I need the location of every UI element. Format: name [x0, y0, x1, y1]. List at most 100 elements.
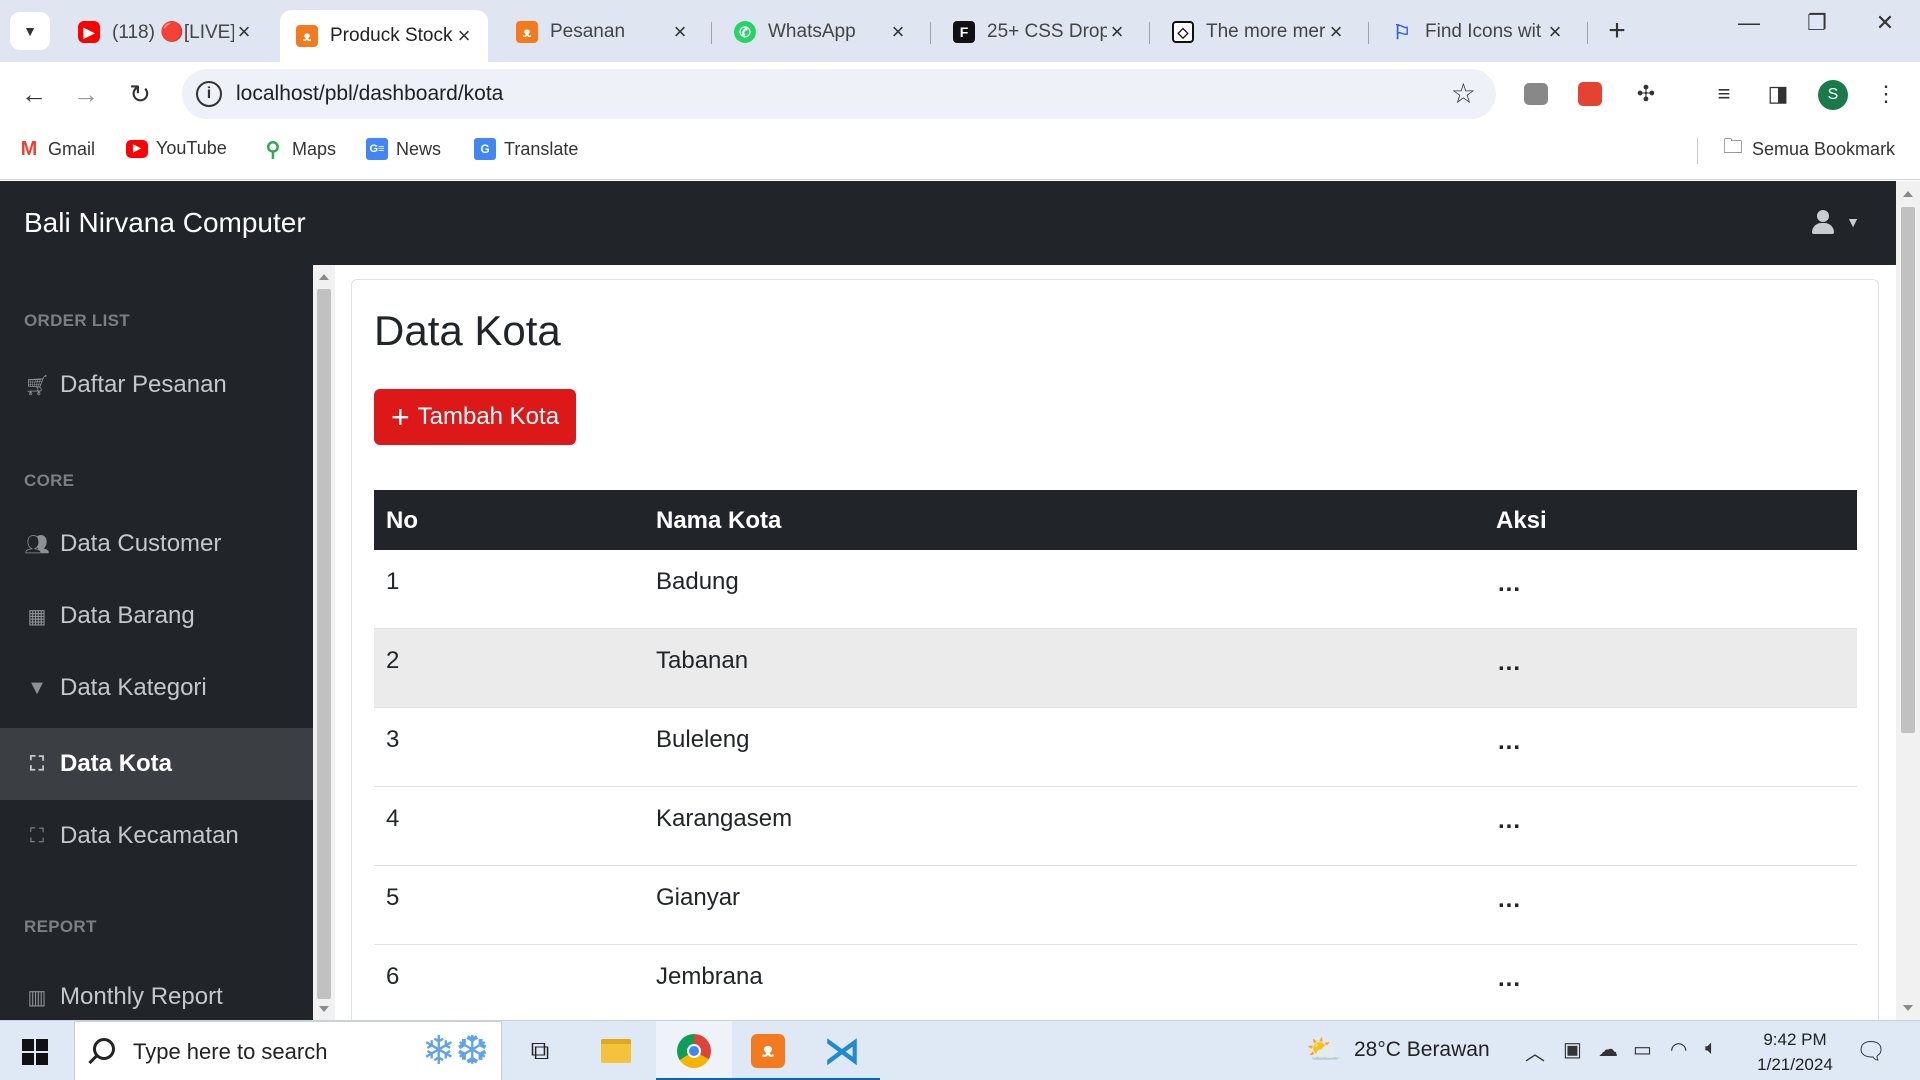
address-bar[interactable]: i localhost/pbl/dashboard/kota ☆ [182, 69, 1496, 119]
codepen-icon: ◇ [1172, 21, 1194, 43]
meet-now-icon[interactable]: ▣ [1563, 1037, 1582, 1062]
sidebar-scrollbar[interactable] [313, 265, 335, 1020]
onedrive-icon[interactable]: ☁ [1598, 1037, 1618, 1062]
forward-button[interactable]: → [66, 74, 106, 114]
scroll-down-arrow[interactable] [319, 1006, 329, 1012]
folder-icon: 🗀 [1723, 136, 1743, 158]
extension-line-icon[interactable] [1520, 78, 1552, 110]
row-actions-menu[interactable]: ... [1498, 886, 1521, 914]
table-row: 4 Karangasem ... [374, 787, 1857, 866]
wifi-icon[interactable]: ◠ [1670, 1037, 1687, 1062]
system-clock[interactable]: 9:42 PM 1/21/2024 [1740, 1027, 1850, 1077]
extension-todoist-icon[interactable] [1574, 78, 1606, 110]
weather-text[interactable]: 28°C Berawan [1354, 1038, 1490, 1062]
user-dropdown[interactable]: ▼ [1810, 209, 1860, 235]
page-scrollbar[interactable] [1896, 181, 1920, 1020]
close-icon[interactable]: × [1326, 19, 1346, 45]
vscode-taskbar-icon[interactable]: ⋊ [804, 1021, 880, 1080]
cart-icon: 🛒︎ [24, 374, 50, 397]
sidebar-item-monthly-report[interactable]: ▥ Monthly Report [0, 961, 313, 1020]
browser-tab[interactable]: F 25+ CSS Drop × [937, 10, 1141, 54]
sidebar-item-daftar-pesanan[interactable]: 🛒︎ Daftar Pesanan [0, 349, 313, 421]
bookmark-gmail[interactable]: M Gmail [18, 138, 95, 160]
extensions-puzzle-icon[interactable]: ✣ [1630, 78, 1662, 110]
row-actions-menu[interactable]: ... [1498, 570, 1521, 598]
table-row: 3 Buleleng ... [374, 708, 1857, 787]
side-panel-icon[interactable]: ◨ [1762, 78, 1794, 110]
row-actions-menu[interactable]: ... [1498, 965, 1521, 993]
scroll-up-arrow[interactable] [1903, 191, 1913, 197]
browser-tab[interactable]: ◇ The more mer × [1156, 10, 1360, 54]
close-icon[interactable]: × [454, 23, 474, 49]
bookmark-star-icon[interactable]: ☆ [1451, 77, 1476, 110]
all-bookmarks-folder[interactable]: 🗀 Semua Bookmark [1722, 136, 1895, 160]
row-actions-menu[interactable]: ... [1498, 728, 1521, 756]
reload-button[interactable]: ↻ [120, 74, 160, 114]
windows-taskbar: Type here to search ❄❆ ⧉ ᴥ ⋊ ⛅ 28°C Bera… [0, 1020, 1920, 1080]
browser-tab[interactable]: ᴥ Pesanan × [500, 10, 704, 54]
main-content: Data Kota + Tambah Kota No Nama Kota Aks… [335, 265, 1896, 1020]
close-icon[interactable]: × [1545, 19, 1565, 45]
bookmark-maps[interactable]: ⚲ Maps [262, 138, 336, 161]
sidebar-item-data-kategori[interactable]: ▼ Data Kategori [0, 652, 313, 724]
media-control-icon[interactable]: ≡ [1708, 78, 1740, 110]
youtube-icon: ▶ [126, 139, 148, 158]
browser-tab[interactable]: ▶ (118) 🔴[LIVE] × [62, 10, 268, 54]
scroll-down-arrow[interactable] [1903, 1005, 1913, 1011]
notification-center-icon[interactable]: 🗨︎ [1856, 1037, 1886, 1066]
translate-icon: G [474, 138, 496, 160]
cell-no: 3 [386, 726, 400, 753]
weather-icon: ⛅ [1306, 1034, 1341, 1065]
window-close-button[interactable]: ✕ [1862, 10, 1908, 36]
taskbar-search-box[interactable]: Type here to search ❄❆ [74, 1021, 502, 1080]
address-url[interactable]: localhost/pbl/dashboard/kota [236, 82, 503, 106]
scroll-up-arrow[interactable] [319, 274, 329, 280]
new-tab-button[interactable]: + [1600, 14, 1634, 48]
tab-search-button[interactable]: ▼ [10, 12, 50, 50]
clock-date: 1/21/2024 [1757, 1055, 1833, 1074]
freefrontend-icon: F [953, 21, 975, 43]
cell-no: 5 [386, 884, 400, 911]
xampp-icon: ᴥ [516, 21, 538, 43]
chrome-menu-icon[interactable]: ⋮ [1870, 78, 1902, 110]
close-icon[interactable]: × [888, 19, 908, 45]
scrollbar-thumb[interactable] [1901, 207, 1915, 733]
app-brand[interactable]: Bali Nirvana Computer [24, 207, 306, 239]
close-icon[interactable]: × [1107, 19, 1127, 45]
tray-chevron-up-icon[interactable]: ︿ [1525, 1037, 1545, 1066]
close-icon[interactable]: × [670, 19, 690, 45]
site-info-icon[interactable]: i [196, 81, 222, 107]
map-location-icon: ⛶ [30, 752, 44, 775]
chrome-taskbar-icon[interactable] [656, 1021, 732, 1080]
file-explorer-icon[interactable] [578, 1021, 654, 1080]
back-button[interactable]: ← [14, 74, 54, 114]
table-row: 6 Jembrana ... [374, 945, 1857, 1020]
sidebar-item-label: Monthly Report [60, 983, 223, 1010]
volume-icon[interactable]: 🔈︎ [1705, 1037, 1717, 1060]
row-actions-menu[interactable]: ... [1498, 807, 1521, 835]
browser-tab-active[interactable]: ᴥ Produck Stock × [280, 10, 488, 62]
sidebar-item-data-kecamatan[interactable]: ⛶ Data Kecamatan [0, 800, 313, 872]
restore-button[interactable]: ❐ [1794, 10, 1840, 36]
sidebar-item-data-customer[interactable]: 👥︎ Data Customer [0, 508, 313, 580]
profile-avatar[interactable]: S [1818, 80, 1848, 110]
search-icon [93, 1038, 115, 1060]
windows-start-icon[interactable] [22, 1039, 48, 1065]
bookmark-news[interactable]: G≡ News [366, 138, 441, 160]
add-city-button[interactable]: + Tambah Kota [374, 389, 576, 445]
sidebar-item-data-barang[interactable]: ▦ Data Barang [0, 580, 313, 652]
close-icon[interactable]: × [234, 19, 254, 45]
row-actions-menu[interactable]: ... [1498, 649, 1521, 677]
table-row: 2 Tabanan ... [374, 629, 1857, 708]
bookmark-translate[interactable]: G Translate [474, 138, 578, 160]
xampp-taskbar-icon[interactable]: ᴥ [730, 1021, 806, 1080]
battery-icon[interactable]: ▭ [1633, 1037, 1652, 1062]
task-view-icon[interactable]: ⧉ [502, 1021, 578, 1080]
scrollbar-thumb[interactable] [317, 289, 331, 999]
sidebar-heading-core: CORE [24, 471, 75, 490]
minimize-button[interactable]: — [1726, 10, 1772, 36]
sidebar-item-data-kota[interactable]: ⛶ Data Kota [0, 728, 313, 800]
bookmark-youtube[interactable]: ▶ YouTube [126, 138, 227, 159]
browser-tab[interactable]: ⚐ Find Icons wit × [1375, 10, 1579, 54]
browser-tab[interactable]: ✆ WhatsApp × [718, 10, 922, 54]
